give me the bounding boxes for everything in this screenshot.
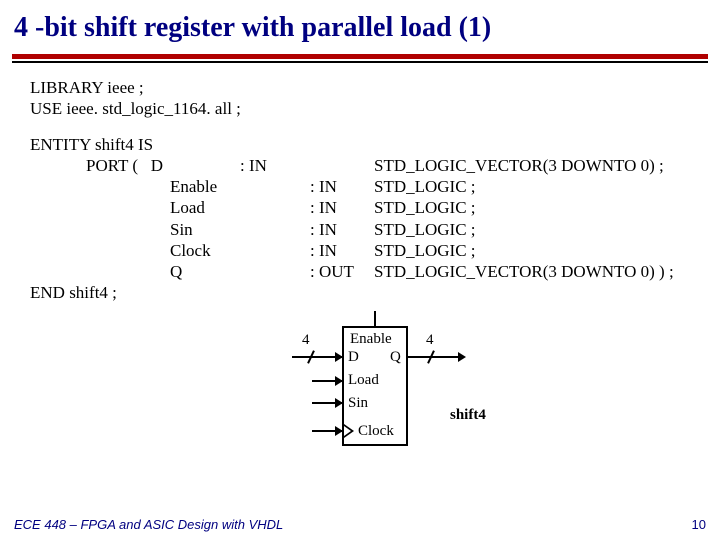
label-width-d: 4 (302, 331, 310, 350)
clock-edge-icon (344, 424, 354, 438)
slide-footer: ECE 448 – FPGA and ASIC Design with VHDL… (14, 517, 706, 532)
code-line: LIBRARY ieee ; (30, 77, 710, 98)
port-dir: : IN (240, 155, 310, 176)
label-q: Q (390, 348, 401, 367)
label-width-q: 4 (426, 331, 434, 350)
vhdl-code: LIBRARY ieee ; USE ieee. std_logic_1164.… (30, 77, 710, 304)
port-open: PORT ( D (86, 155, 170, 176)
arrow-d (335, 352, 343, 362)
port-name: Load (170, 197, 240, 218)
title-rule (12, 54, 708, 63)
port-type: STD_LOGIC ; (374, 197, 710, 218)
footer-course: ECE 448 – FPGA and ASIC Design with VHDL (14, 517, 283, 532)
port-name: Q (170, 261, 240, 282)
port-type: STD_LOGIC ; (374, 219, 710, 240)
wire-q (408, 356, 460, 358)
port-name: Sin (170, 219, 240, 240)
slide-body: LIBRARY ieee ; USE ieee. std_logic_1164.… (0, 63, 720, 466)
port-list: PORT ( D : IN STD_LOGIC_VECTOR(3 DOWNTO … (30, 155, 710, 283)
footer-page-number: 10 (692, 517, 706, 532)
arrow-clock (335, 426, 343, 436)
block-diagram: Enable 4 D 4 Q Load Sin Clock shift4 (30, 316, 720, 466)
port-dir: : IN (310, 176, 374, 197)
slide-title: 4 -bit shift register with parallel load… (0, 0, 720, 54)
port-name: Enable (170, 176, 240, 197)
label-load: Load (348, 371, 379, 390)
code-line: END shift4 ; (30, 282, 710, 303)
port-dir: : IN (310, 197, 374, 218)
port-type: STD_LOGIC_VECTOR(3 DOWNTO 0) ; (374, 155, 710, 176)
label-entity-name: shift4 (450, 406, 486, 425)
port-type: STD_LOGIC ; (374, 176, 710, 197)
label-enable: Enable (350, 330, 392, 349)
code-line: USE ieee. std_logic_1164. all ; (30, 98, 710, 119)
port-dir: : OUT (310, 261, 374, 282)
arrow-q (458, 352, 466, 362)
port-type: STD_LOGIC ; (374, 240, 710, 261)
wire-enable (374, 311, 376, 326)
label-clock: Clock (358, 422, 394, 441)
port-name: Clock (170, 240, 240, 261)
label-sin: Sin (348, 394, 368, 413)
label-d: D (348, 348, 359, 367)
port-type: STD_LOGIC_VECTOR(3 DOWNTO 0) ) ; (374, 261, 710, 282)
code-line: ENTITY shift4 IS (30, 134, 710, 155)
arrow-load (335, 376, 343, 386)
port-dir: : IN (310, 240, 374, 261)
arrow-sin (335, 398, 343, 408)
port-dir: : IN (310, 219, 374, 240)
